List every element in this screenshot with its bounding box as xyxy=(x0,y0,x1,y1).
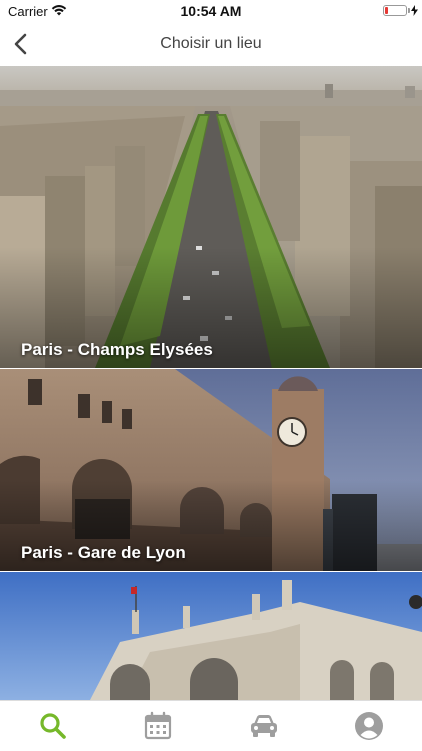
tab-bar xyxy=(0,700,422,750)
tab-calendar[interactable] xyxy=(128,701,188,751)
place-photo-gare-de-lyon xyxy=(0,369,422,571)
calendar-icon xyxy=(144,711,172,740)
place-label: Paris - Gare de Lyon xyxy=(21,543,186,562)
place-card-gare-de-lyon[interactable]: Paris - Gare de Lyon xyxy=(0,369,422,571)
tab-car[interactable] xyxy=(234,701,294,751)
page-title: Choisir un lieu xyxy=(160,35,262,52)
place-card-champs-elysees[interactable]: Paris - Champs Elysées xyxy=(0,66,422,368)
charging-bolt-icon xyxy=(411,5,418,16)
place-photo-champs-elysees xyxy=(0,66,422,368)
tab-search[interactable] xyxy=(23,701,83,751)
places-list[interactable]: Paris - Champs Elysées Paris - Gare de L… xyxy=(0,66,422,700)
tab-profile[interactable] xyxy=(339,701,399,751)
place-photo-third xyxy=(0,572,422,700)
navigation-bar: Choisir un lieu xyxy=(0,22,422,66)
status-time: 10:54 AM xyxy=(180,3,242,19)
place-card-third[interactable] xyxy=(0,572,422,700)
battery-icon xyxy=(383,5,407,16)
car-icon xyxy=(251,715,277,737)
battery-tip xyxy=(408,8,410,13)
profile-icon xyxy=(355,712,383,740)
search-icon xyxy=(40,713,66,739)
status-bar: Carrier 10:54 AM xyxy=(0,0,422,22)
place-label: Paris - Champs Elysées xyxy=(21,340,213,359)
